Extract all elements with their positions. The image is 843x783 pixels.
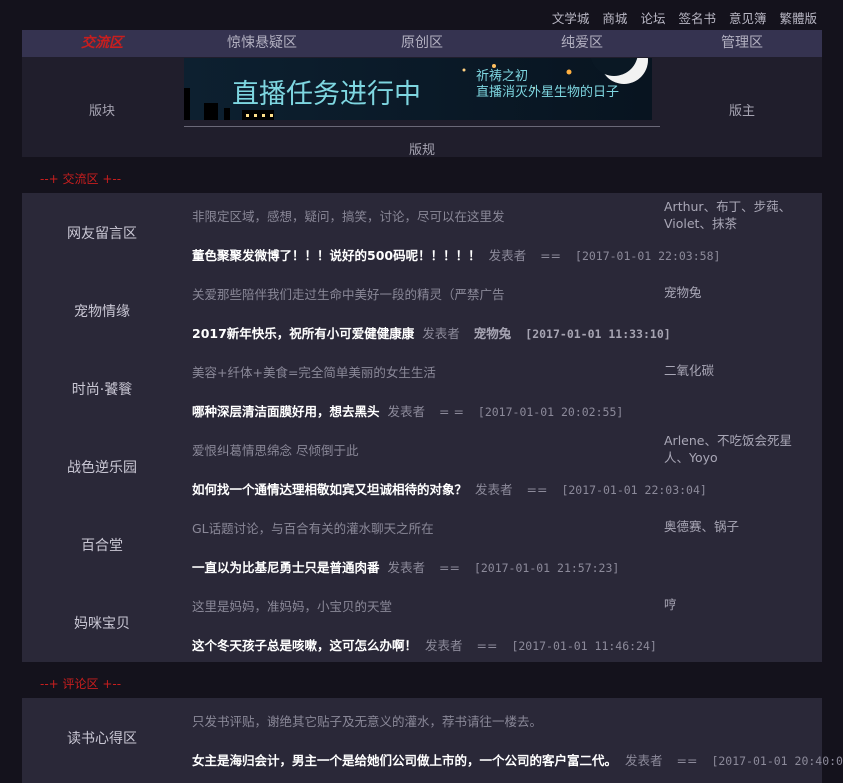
forum-name[interactable]: 战色逆乐园 [22, 457, 182, 477]
forum-moderators[interactable]: 二氧化碳 [664, 362, 814, 379]
forum-moderators[interactable]: Arlene、不吃饭会死星人、Yoyo [664, 432, 814, 466]
forum-desc: 非限定区域，感想，疑问，搞笑，讨论，尽可以在这里发 [192, 209, 505, 224]
poster-label: 发表者 [387, 560, 426, 575]
poster-label: 发表者 [625, 753, 663, 768]
post-time: [2017-01-01 21:57:23] [473, 561, 620, 575]
block-header: 版块 [88, 104, 115, 119]
forum-name[interactable]: 读书心得区 [22, 728, 182, 748]
post-time: [2017-01-01 22:03:04] [561, 483, 707, 497]
post-time: [2017-01-01 11:33:10] [525, 327, 671, 341]
poster-label: 发表者 [425, 638, 463, 653]
tab-thriller[interactable]: 惊悚悬疑区 [182, 30, 342, 57]
zone-tabs: 交流区 惊悚悬疑区 原创区 纯爱区 管理区 [22, 30, 822, 57]
forum-desc: 关爱那些陪伴我们走过生命中美好一段的精灵（严禁广告 [192, 287, 505, 302]
latest-post: 2017新年快乐，祝所有小可爱健健康康 发表者 宠物兔 [2017-01-01 … [192, 323, 671, 342]
forum-name[interactable]: 宠物情缘 [22, 301, 182, 321]
poster-name[interactable]: = = [439, 404, 464, 419]
latest-post-title[interactable]: 一直以为比基尼勇士只是普通肉番 [192, 560, 380, 575]
forum-row: 战色逆乐园 爱恨纠葛情思绵念 尽倾倒于此 Arlene、不吃饭会死星人、Yoyo… [22, 427, 822, 505]
latest-post-title[interactable]: 这个冬天孩子总是咳嗽，这可怎么办啊！ [192, 638, 417, 653]
topnav-guestbook[interactable]: 签名书 [678, 8, 716, 27]
poster-name[interactable]: 宠物兔 [474, 326, 512, 341]
topnav-literature-city[interactable]: 文学城 [552, 8, 590, 27]
forum-desc: 只发书评贴，谢绝其它贴子及无意义的灌水，荐书请往一楼去。 [192, 714, 543, 729]
forum-row: 宠物情缘 关爱那些陪伴我们走过生命中美好一段的精灵（严禁广告 宠物兔 2017新… [22, 271, 822, 349]
banner-subtitle-2: 直播消灭外星生物的日子 [476, 84, 619, 100]
tab-pure-love[interactable]: 纯爱区 [502, 30, 662, 57]
banner-subtitle-1: 祈祷之初 [476, 68, 528, 84]
section-title-review: --+ 评论区 +-- [40, 677, 122, 691]
forum-desc: 美容+纤体+美食=完全简单美丽的女生生活 [192, 365, 436, 380]
forum-desc: 这里是妈妈，准妈妈，小宝贝的天堂 [192, 599, 393, 614]
post-time: [2017-01-01 11:46:24] [511, 639, 657, 653]
poster-name[interactable]: == [540, 248, 561, 263]
latest-post: 这个冬天孩子总是咳嗽，这可怎么办啊！ 发表者 == [2017-01-01 11… [192, 635, 657, 654]
post-time: [2017-01-01 20:02:55] [477, 405, 624, 419]
latest-post-title[interactable]: 如何找一个通情达理相敬如宾又坦诚相待的对象？ [192, 482, 467, 497]
forum-moderators[interactable]: 宠物兔 [664, 284, 814, 301]
poster-label: 发表者 [488, 248, 527, 263]
latest-post-title[interactable]: 2017新年快乐，祝所有小可爱健健康康 [192, 326, 414, 341]
poster-name[interactable]: == [527, 482, 548, 497]
tab-admin[interactable]: 管理区 [662, 30, 822, 57]
topnav-traditional[interactable]: 繁體版 [779, 8, 817, 27]
latest-post: 董色聚聚发微博了！！！说好的500码呢！！！！！ 发表者 == [2017-01… [192, 245, 720, 264]
forum-name[interactable]: 时尚·饕餮 [22, 379, 182, 399]
latest-post-title[interactable]: 女主是海归会计，男主一个是给她们公司做上市的，一个公司的客户富二代。 [192, 753, 617, 768]
poster-name[interactable]: == [477, 638, 498, 653]
post-time: [2017-01-01 22:03:58] [575, 249, 721, 263]
forum-row: 百合堂 GL话题讨论，与百合有关的灌水聊天之所在 奥德赛、锅子 一直以为比基尼勇… [22, 505, 822, 583]
topnav-mall[interactable]: 商城 [602, 8, 627, 27]
tab-original[interactable]: 原创区 [342, 30, 502, 57]
banner-art: 直播任务进行中 祈祷之初 直播消灭外星生物的日子 [184, 58, 652, 120]
forum-list-exchange: 网友留言区 非限定区域，感想，疑问，搞笑，讨论，尽可以在这里发 Arthur、布… [22, 193, 822, 662]
forum-row: 妈咪宝贝 这里是妈妈，准妈妈，小宝贝的天堂 哼 这个冬天孩子总是咳嗽，这可怎么办… [22, 583, 822, 661]
forum-moderators[interactable]: Arthur、布丁、步莼、Violet、抹茶 [664, 198, 814, 232]
post-time: [2017-01-01 20:40:06] [711, 754, 843, 768]
poster-name[interactable]: == [439, 560, 460, 575]
header-row: 版块 直播任务进行中 祈祷之初 直播消灭外星生物的日子 版主 版规 [22, 57, 822, 158]
forum-row: 网友留言区 非限定区域，感想，疑问，搞笑，讨论，尽可以在这里发 Arthur、布… [22, 193, 822, 271]
top-nav: 文学城 商城 论坛 签名书 意见簿 繁體版 [552, 8, 817, 27]
poster-label: 发表者 [387, 404, 426, 419]
tab-exchange[interactable]: 交流区 [22, 30, 182, 57]
topnav-feedback[interactable]: 意见簿 [729, 8, 767, 27]
poster-label: 发表者 [422, 326, 460, 341]
latest-post: 女主是海归会计，男主一个是给她们公司做上市的，一个公司的客户富二代。 发表者 =… [192, 750, 843, 769]
forum-moderators[interactable]: 哼 [664, 596, 814, 613]
forum-desc: 爱恨纠葛情思绵念 尽倾倒于此 [192, 443, 359, 458]
latest-post: 哪种深层清洁面膜好用，想去黑头 发表者 = = [2017-01-01 20:0… [192, 401, 623, 420]
forum-name[interactable]: 网友留言区 [22, 223, 182, 243]
latest-post: 一直以为比基尼勇士只是普通肉番 发表者 == [2017-01-01 21:57… [192, 557, 619, 576]
banner-image[interactable]: 直播任务进行中 祈祷之初 直播消灭外星生物的日子 [184, 58, 652, 120]
banner-title: 直播任务进行中 [232, 79, 421, 110]
latest-post-title[interactable]: 董色聚聚发微博了！！！说好的500码呢！！！！！ [192, 248, 481, 263]
forum-desc: GL话题讨论，与百合有关的灌水聊天之所在 [192, 521, 434, 536]
topnav-forum[interactable]: 论坛 [640, 8, 665, 27]
poster-label: 发表者 [475, 482, 513, 497]
forum-list-review: 读书心得区 只发书评贴，谢绝其它贴子及无意义的灌水，荐书请往一楼去。 女主是海归… [22, 698, 843, 783]
forum-row: 时尚·饕餮 美容+纤体+美食=完全简单美丽的女生生活 二氧化碳 哪种深层清洁面膜… [22, 349, 822, 427]
latest-post-title[interactable]: 哪种深层清洁面膜好用，想去黑头 [192, 404, 380, 419]
poster-name[interactable]: == [677, 753, 698, 768]
forum-name[interactable]: 百合堂 [22, 535, 182, 555]
rules-link[interactable]: 版规 [182, 139, 662, 158]
latest-post: 如何找一个通情达理相敬如宾又坦诚相待的对象？ 发表者 == [2017-01-0… [192, 479, 707, 498]
section-title-exchange: --+ 交流区 +-- [40, 172, 122, 186]
forum-name[interactable]: 妈咪宝贝 [22, 613, 182, 633]
forum-moderators[interactable]: 奥德赛、锅子 [664, 518, 814, 535]
forum-row: 读书心得区 只发书评贴，谢绝其它贴子及无意义的灌水，荐书请往一楼去。 女主是海归… [22, 698, 843, 776]
moderator-header: 版主 [728, 104, 755, 119]
banner-divider [184, 126, 660, 127]
